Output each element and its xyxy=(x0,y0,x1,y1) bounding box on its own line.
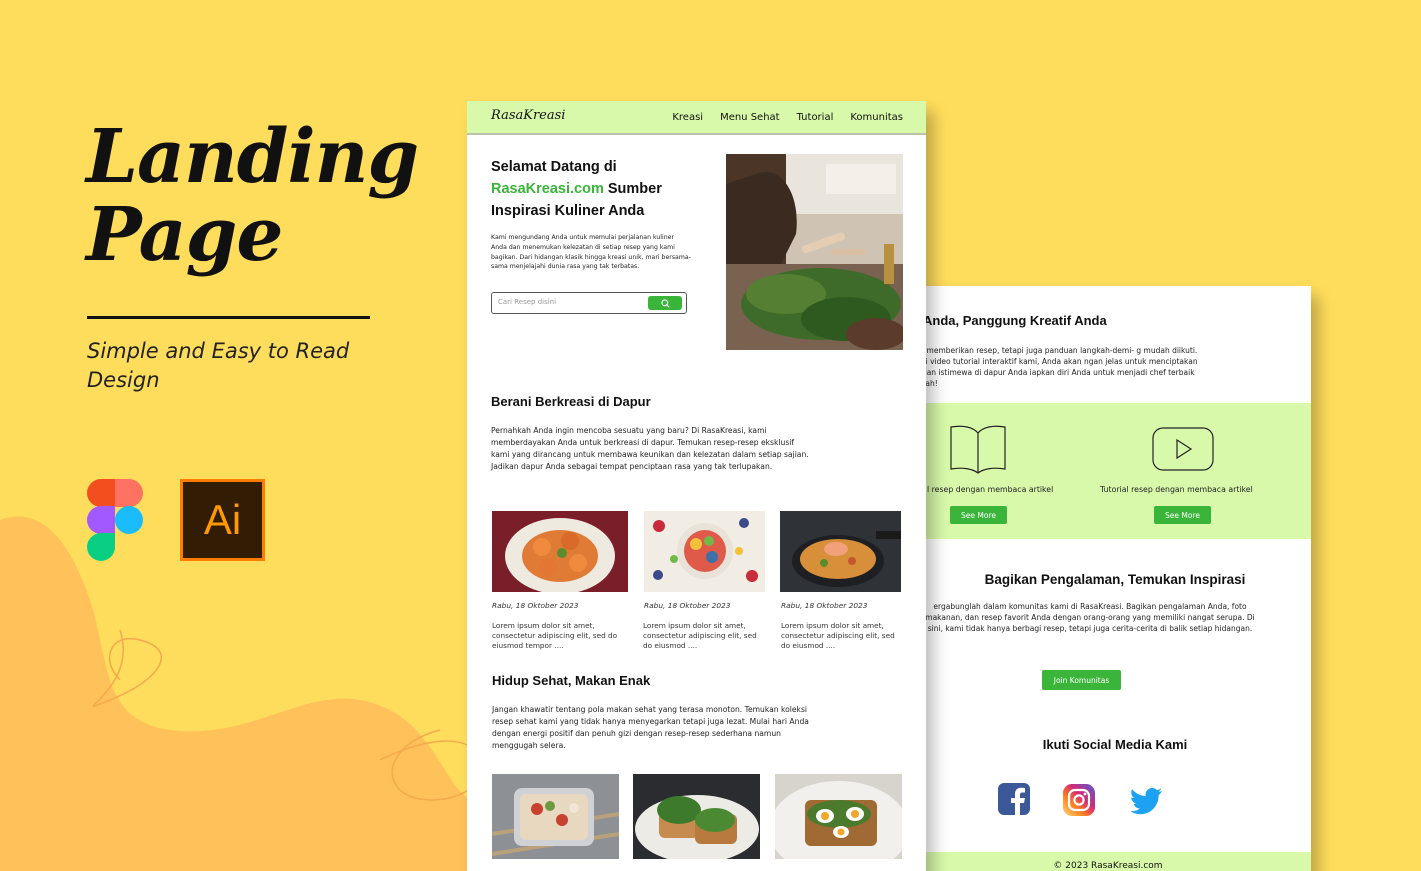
hero-text: Kami mengundang Anda untuk memulai perja… xyxy=(491,234,691,271)
promo-title-line1: Landing xyxy=(86,114,419,200)
nav-links: Kreasi Menu Sehat Tutorial Komunitas xyxy=(672,112,903,123)
see-more-button[interactable]: See More xyxy=(1154,506,1211,524)
join-community-button[interactable]: Join Komunitas xyxy=(1042,670,1121,690)
community-title: Bagikan Pengalaman, Temukan Inspirasi xyxy=(984,572,1246,587)
card-date: Rabu, 18 Oktober 2023 xyxy=(781,601,868,610)
mockup-page-front: RasaKreasi Kreasi Menu Sehat Tutorial Ko… xyxy=(467,101,926,871)
facebook-icon[interactable] xyxy=(998,783,1030,815)
section-title-hidup-sehat: Hidup Sehat, Makan Enak xyxy=(492,673,651,688)
see-more-button[interactable]: See More xyxy=(950,506,1007,524)
search-bar[interactable]: Cari Resep disini xyxy=(491,292,687,314)
search-input[interactable]: Cari Resep disini xyxy=(498,298,556,306)
hero-title-pre: Selamat Datang di xyxy=(491,159,617,175)
back-section-title: Anda, Panggung Kreatif Anda xyxy=(923,313,1107,328)
nav-item-menu-sehat[interactable]: Menu Sehat xyxy=(720,112,780,123)
promo-title-line2: Page xyxy=(86,192,283,278)
nav-item-kreasi[interactable]: Kreasi xyxy=(672,112,703,123)
card-excerpt: Lorem ipsum dolor sit amet, consectetur … xyxy=(781,621,895,650)
card-date: Rabu, 18 Oktober 2023 xyxy=(644,601,731,610)
instagram-icon[interactable] xyxy=(1063,784,1095,816)
search-icon xyxy=(660,298,670,308)
feature-caption-tutorial: Tutorial resep dengan membaca artikel xyxy=(1100,485,1253,494)
promo-divider xyxy=(87,316,370,319)
section-text-hidup-sehat: Jangan khawatir tentang pola makan sehat… xyxy=(492,705,809,750)
back-section-text: hanya memberikan resep, tetapi juga pand… xyxy=(905,346,1198,388)
section-text-berani: Pernahkah Anda ingin mencoba sesuatu yan… xyxy=(491,426,809,471)
card-photo-shrimp xyxy=(492,511,628,592)
feature-caption-articles: l resep dengan membaca artikel xyxy=(927,485,1054,494)
adobe-illustrator-logo-icon: Ai xyxy=(180,479,265,561)
twitter-icon[interactable] xyxy=(1131,784,1163,816)
footer: © 2023 RasaKreasi.com xyxy=(905,852,1311,871)
nav-item-komunitas[interactable]: Komunitas xyxy=(850,112,903,123)
navbar: RasaKreasi Kreasi Menu Sehat Tutorial Ko… xyxy=(467,101,926,135)
card-photo-avocado-toast xyxy=(633,774,760,859)
social-title: Ikuti Social Media Kami xyxy=(1042,737,1188,752)
hero-title: Selamat Datang di RasaKreasi.com Sumber … xyxy=(491,156,711,222)
card-photo-egg-toast xyxy=(775,774,902,859)
community-text: ergabunglah dalam komunitas kami di Rasa… xyxy=(925,602,1255,633)
features-band: l resep dengan membaca artikel Tutorial … xyxy=(905,403,1311,539)
book-icon xyxy=(950,425,1006,474)
card-photo-salad-tray xyxy=(492,774,619,859)
play-video-icon xyxy=(1152,427,1214,471)
card-photo-fruit-bowl xyxy=(644,511,765,592)
mockup-page-back: Anda, Panggung Kreatif Anda hanya member… xyxy=(905,286,1311,871)
promo-subtitle: Simple and Easy to Read Design xyxy=(87,339,350,392)
search-button[interactable] xyxy=(648,296,682,310)
section-title-berani: Berani Berkreasi di Dapur xyxy=(491,394,651,409)
figma-logo-icon xyxy=(87,479,143,561)
card-photo-paella xyxy=(780,511,901,592)
promo-title: Landing Page xyxy=(86,114,419,278)
card-excerpt: Lorem ipsum dolor sit amet, consectetur … xyxy=(492,621,618,650)
card-date: Rabu, 18 Oktober 2023 xyxy=(492,601,579,610)
card-excerpt: Lorem ipsum dolor sit amet, consectetur … xyxy=(643,621,757,650)
site-logo[interactable]: RasaKreasi xyxy=(491,108,565,123)
hero-cooking-photo xyxy=(726,154,903,350)
nav-item-tutorial[interactable]: Tutorial xyxy=(797,112,834,123)
hero-title-accent: RasaKreasi.com xyxy=(491,181,604,197)
